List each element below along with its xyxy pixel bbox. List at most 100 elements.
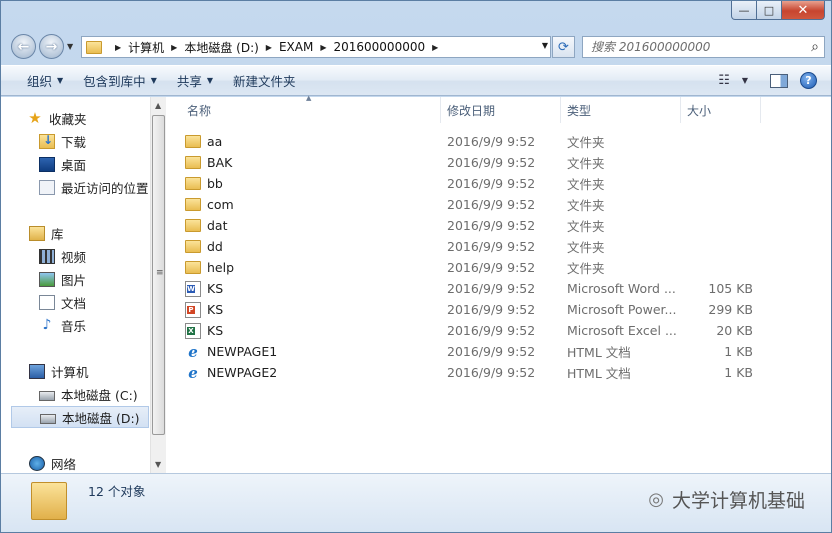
- file-row[interactable]: e NEWPAGE1 2016/9/9 9:52 HTML 文档 1 KB: [181, 341, 761, 362]
- change-view-button[interactable]: ☷ ▼: [710, 73, 756, 88]
- word-doc-icon: W: [185, 280, 201, 297]
- file-name: KS: [207, 323, 224, 338]
- file-row[interactable]: X KS 2016/9/9 9:52 Microsoft Excel ... 20…: [181, 320, 761, 341]
- file-row[interactable]: help 2016/9/9 9:52 文件夹: [181, 257, 761, 278]
- file-list: ▲ 名称 修改日期 类型 大小 aa 2016/9/9 9:52 文件夹 BAK…: [167, 94, 831, 473]
- chevron-right-icon[interactable]: ▶: [171, 43, 177, 52]
- file-type: 文件夹: [567, 198, 605, 213]
- breadcrumb-exam[interactable]: EXAM: [279, 40, 313, 54]
- folder-icon: [185, 219, 201, 232]
- scrollbar-thumb[interactable]: ≡: [152, 115, 165, 435]
- breadcrumb-current-folder[interactable]: 201600000000: [333, 40, 425, 54]
- library-icon: [29, 225, 45, 241]
- sidebar-item-documents[interactable]: 文档: [39, 291, 86, 313]
- file-row[interactable]: dat 2016/9/9 9:52 文件夹: [181, 215, 761, 236]
- file-type: Microsoft Power...: [567, 302, 677, 317]
- file-name: dat: [207, 218, 228, 233]
- new-folder-button[interactable]: 新建文件夹: [223, 66, 306, 95]
- maximize-button[interactable]: □: [757, 1, 782, 20]
- column-header-size[interactable]: 大小: [681, 97, 761, 123]
- sidebar-favorites[interactable]: ★ 收藏夹: [27, 107, 86, 129]
- preview-pane-button[interactable]: [770, 73, 788, 88]
- search-input[interactable]: [591, 40, 791, 54]
- chevron-right-icon[interactable]: ▶: [115, 43, 121, 52]
- file-size: [681, 215, 753, 236]
- excel-doc-icon: X: [185, 322, 201, 339]
- file-date: 2016/9/9 9:52: [447, 365, 536, 380]
- sidebar-item-videos[interactable]: 视频: [39, 245, 86, 267]
- help-button[interactable]: ?: [800, 72, 817, 89]
- file-name: NEWPAGE2: [207, 365, 278, 380]
- chevron-right-icon[interactable]: ▶: [266, 43, 272, 52]
- close-button[interactable]: ✕: [782, 1, 825, 20]
- file-date: 2016/9/9 9:52: [447, 197, 536, 212]
- scroll-up-arrow-icon[interactable]: ▲: [155, 101, 161, 110]
- sidebar-item-music[interactable]: ♪ 音乐: [39, 314, 86, 336]
- file-type: 文件夹: [567, 261, 605, 276]
- recent-pages-dropdown[interactable]: ▼: [67, 42, 73, 51]
- sidebar-item-drive-d[interactable]: 本地磁盘 (D:): [11, 406, 149, 428]
- back-button[interactable]: ←: [11, 34, 36, 59]
- sidebar-item-recent-places[interactable]: 最近访问的位置: [39, 176, 149, 198]
- folder-icon: [185, 240, 201, 253]
- file-type: 文件夹: [567, 240, 605, 255]
- column-header-type[interactable]: 类型: [561, 97, 681, 123]
- file-row[interactable]: aa 2016/9/9 9:52 文件夹: [181, 131, 761, 152]
- file-row[interactable]: W KS 2016/9/9 9:52 Microsoft Word ... 105…: [181, 278, 761, 299]
- sidebar-libraries[interactable]: 库: [29, 222, 64, 244]
- file-name: com: [207, 197, 234, 212]
- refresh-icon: ⟳: [558, 39, 569, 55]
- breadcrumb-computer[interactable]: 计算机: [128, 39, 164, 56]
- chevron-right-icon[interactable]: ▶: [432, 43, 438, 52]
- sidebar-item-label: 图片: [61, 272, 87, 288]
- file-row[interactable]: P KS 2016/9/9 9:52 Microsoft Power... 299…: [181, 299, 761, 320]
- file-date: 2016/9/9 9:52: [447, 155, 536, 170]
- watermark: ◎ 大学计算机基础: [648, 486, 805, 513]
- column-header-date[interactable]: 修改日期: [441, 97, 561, 123]
- file-row[interactable]: com 2016/9/9 9:52 文件夹: [181, 194, 761, 215]
- refresh-button[interactable]: ⟳: [552, 36, 575, 58]
- sidebar-item-label: 本地磁盘 (D:): [62, 410, 140, 426]
- document-icon: [39, 294, 55, 310]
- include-in-library-menu[interactable]: 包含到库中 ▼: [73, 66, 167, 95]
- scroll-down-arrow-icon[interactable]: ▼: [155, 460, 161, 469]
- breadcrumb-drive-d[interactable]: 本地磁盘 (D:): [184, 39, 258, 56]
- file-row[interactable]: bb 2016/9/9 9:52 文件夹: [181, 173, 761, 194]
- sidebar-item-pictures[interactable]: 图片: [39, 268, 86, 290]
- address-bar[interactable]: ▶ 计算机 ▶ 本地磁盘 (D:) ▶ EXAM ▶ 201600000000 …: [81, 36, 551, 58]
- chevron-right-icon[interactable]: ▶: [320, 43, 326, 52]
- folder-icon: [185, 261, 201, 274]
- sidebar-item-drive-c[interactable]: 本地磁盘 (C:): [39, 383, 138, 405]
- file-name: NEWPAGE1: [207, 344, 278, 359]
- file-row[interactable]: dd 2016/9/9 9:52 文件夹: [181, 236, 761, 257]
- file-name: KS: [207, 302, 224, 317]
- sidebar-item-desktop[interactable]: 桌面: [39, 153, 86, 175]
- file-type: 文件夹: [567, 219, 605, 234]
- address-history-dropdown[interactable]: ▼: [542, 41, 548, 50]
- search-box: ⌕: [582, 36, 825, 58]
- wechat-icon: ◎: [648, 489, 664, 510]
- chevron-down-icon: ▼: [741, 76, 748, 85]
- file-size: [681, 257, 753, 278]
- navigation-scrollbar[interactable]: ▲ ≡ ▼: [150, 97, 166, 473]
- sidebar-network[interactable]: 网络: [29, 452, 76, 473]
- organize-menu[interactable]: 组织 ▼: [17, 66, 73, 95]
- sidebar-item-label: 下载: [61, 134, 87, 150]
- sidebar-item-downloads[interactable]: 下载: [39, 130, 86, 152]
- file-type: Microsoft Excel ...: [567, 323, 677, 338]
- column-headers: ▲ 名称 修改日期 类型 大小: [167, 94, 831, 123]
- chevron-down-icon: ▼: [206, 76, 214, 85]
- explorer-window: — □ ✕ ← → ▼ ▶ 计算机 ▶ 本地磁盘 (D:) ▶ EXAM ▶ 2…: [0, 0, 832, 533]
- sidebar-computer[interactable]: 计算机: [29, 360, 89, 382]
- sidebar-item-label: 视频: [61, 249, 87, 265]
- file-size: [681, 131, 753, 152]
- share-menu[interactable]: 共享 ▼: [167, 66, 223, 95]
- column-header-name[interactable]: 名称: [181, 97, 441, 123]
- caption-buttons: — □ ✕: [731, 1, 825, 20]
- minimize-button[interactable]: —: [731, 1, 757, 20]
- search-icon[interactable]: ⌕: [811, 39, 819, 55]
- forward-button[interactable]: →: [39, 34, 64, 59]
- file-row[interactable]: BAK 2016/9/9 9:52 文件夹: [181, 152, 761, 173]
- file-row[interactable]: e NEWPAGE2 2016/9/9 9:52 HTML 文档 1 KB: [181, 362, 761, 383]
- folder-icon: [185, 198, 201, 211]
